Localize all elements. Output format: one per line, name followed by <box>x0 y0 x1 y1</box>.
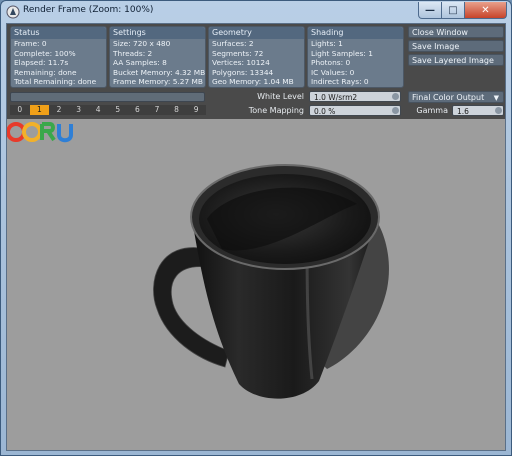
geometry-surfaces: Surfaces: 2 <box>212 39 254 48</box>
shading-panel-title: Shading <box>308 27 403 39</box>
shading-light-samples: Light Samples: 1 <box>311 48 373 58</box>
rendered-mug-image <box>153 164 389 399</box>
frame-2[interactable]: 2 <box>49 105 69 115</box>
title-bar[interactable]: Render Frame (Zoom: 100%) — □ ✕ <box>1 1 511 23</box>
status-panel-title: Status <box>11 27 106 39</box>
gamma-label: Gamma <box>416 106 448 115</box>
shading-panel: Shading Lights: 1 Light Samples: 1 Photo… <box>307 26 404 88</box>
save-image-button[interactable]: Save Image <box>408 40 504 52</box>
window-title: Render Frame (Zoom: 100%) <box>23 5 154 15</box>
shading-ic-values: IC Values: 0 <box>311 67 355 77</box>
status-total-remaining: Total Remaining: done <box>14 77 97 87</box>
status-remaining: Remaining: done <box>14 67 77 77</box>
gamma-value: 1.6 <box>457 107 469 116</box>
tone-mapping-spinner-icon[interactable] <box>392 107 399 114</box>
geometry-memory: Geo Memory: 1.04 MB <box>212 77 294 87</box>
gamma-field[interactable]: 1.6 <box>452 105 504 116</box>
settings-bucket-memory: Bucket Memory: 4.32 MB <box>113 67 206 77</box>
frame-0[interactable]: 0 <box>10 105 30 115</box>
minimize-button[interactable]: — <box>418 2 442 19</box>
tone-mapping-value: 0.0 % <box>314 107 336 116</box>
close-window-button[interactable]: Close Window <box>408 26 504 38</box>
settings-panel: Settings Size: 720 x 480 Threads: 2 AA S… <box>109 26 206 88</box>
frame-5[interactable]: 5 <box>108 105 128 115</box>
settings-frame-memory: Frame Memory: 5.27 MB <box>113 77 203 87</box>
geometry-polygons: Polygons: 13344 <box>212 67 274 77</box>
app-icon <box>6 5 20 19</box>
frame-3[interactable]: 3 <box>69 105 89 115</box>
shading-indirect-rays: Indirect Rays: 0 <box>311 77 369 87</box>
geometry-vertices: Vertices: 10124 <box>212 58 270 68</box>
status-complete: Complete: 100% <box>14 48 76 58</box>
render-frame-content: Status Frame: 0 Complete: 100% Elapsed: … <box>6 23 506 451</box>
cgru-logo <box>7 122 73 143</box>
window-controls: — □ ✕ <box>418 2 507 19</box>
frame-selector: 0 1 2 3 4 5 6 7 8 9 <box>10 105 206 115</box>
settings-aa-samples: AA Samples: 8 <box>113 58 167 68</box>
render-frame-window: Render Frame (Zoom: 100%) — □ ✕ Status F… <box>0 0 512 456</box>
output-select-value: Final Color Output <box>412 93 485 102</box>
gamma-spinner-icon[interactable] <box>495 107 502 114</box>
geometry-panel: Geometry Surfaces: 2 Segments: 72 Vertic… <box>208 26 305 88</box>
white-level-field[interactable]: 1.0 W/srm2 <box>309 91 401 102</box>
settings-panel-title: Settings <box>110 27 205 39</box>
status-elapsed: Elapsed: 11.7s <box>14 58 69 68</box>
settings-threads: Threads: 2 <box>113 48 153 58</box>
chevron-down-icon: ▼ <box>493 94 499 102</box>
tone-mapping-field[interactable]: 0.0 % <box>309 105 401 116</box>
output-select[interactable]: Final Color Output ▼ <box>408 91 504 103</box>
white-level-spinner-icon[interactable] <box>392 93 399 100</box>
close-button[interactable]: ✕ <box>465 2 507 19</box>
geometry-segments: Segments: 72 <box>212 48 264 58</box>
render-progress-bar <box>10 92 205 102</box>
shading-photons: Photons: 0 <box>311 58 351 68</box>
status-panel: Status Frame: 0 Complete: 100% Elapsed: … <box>10 26 107 88</box>
shading-lights: Lights: 1 <box>311 39 343 48</box>
status-frame: Frame: 0 <box>14 39 47 48</box>
frame-6[interactable]: 6 <box>128 105 148 115</box>
frame-4[interactable]: 4 <box>88 105 108 115</box>
frame-9[interactable]: 9 <box>186 105 206 115</box>
maximize-button[interactable]: □ <box>442 2 465 19</box>
render-viewport <box>7 119 505 450</box>
save-layered-image-button[interactable]: Save Layered Image <box>408 54 504 66</box>
frame-7[interactable]: 7 <box>147 105 167 115</box>
frame-1[interactable]: 1 <box>29 105 50 115</box>
frame-8[interactable]: 8 <box>167 105 187 115</box>
tone-mapping-label: Tone Mapping <box>248 106 304 115</box>
settings-size: Size: 720 x 480 <box>113 39 171 48</box>
white-level-value: 1.0 W/srm2 <box>314 93 358 102</box>
geometry-panel-title: Geometry <box>209 27 304 39</box>
white-level-label: White Level <box>257 92 304 101</box>
